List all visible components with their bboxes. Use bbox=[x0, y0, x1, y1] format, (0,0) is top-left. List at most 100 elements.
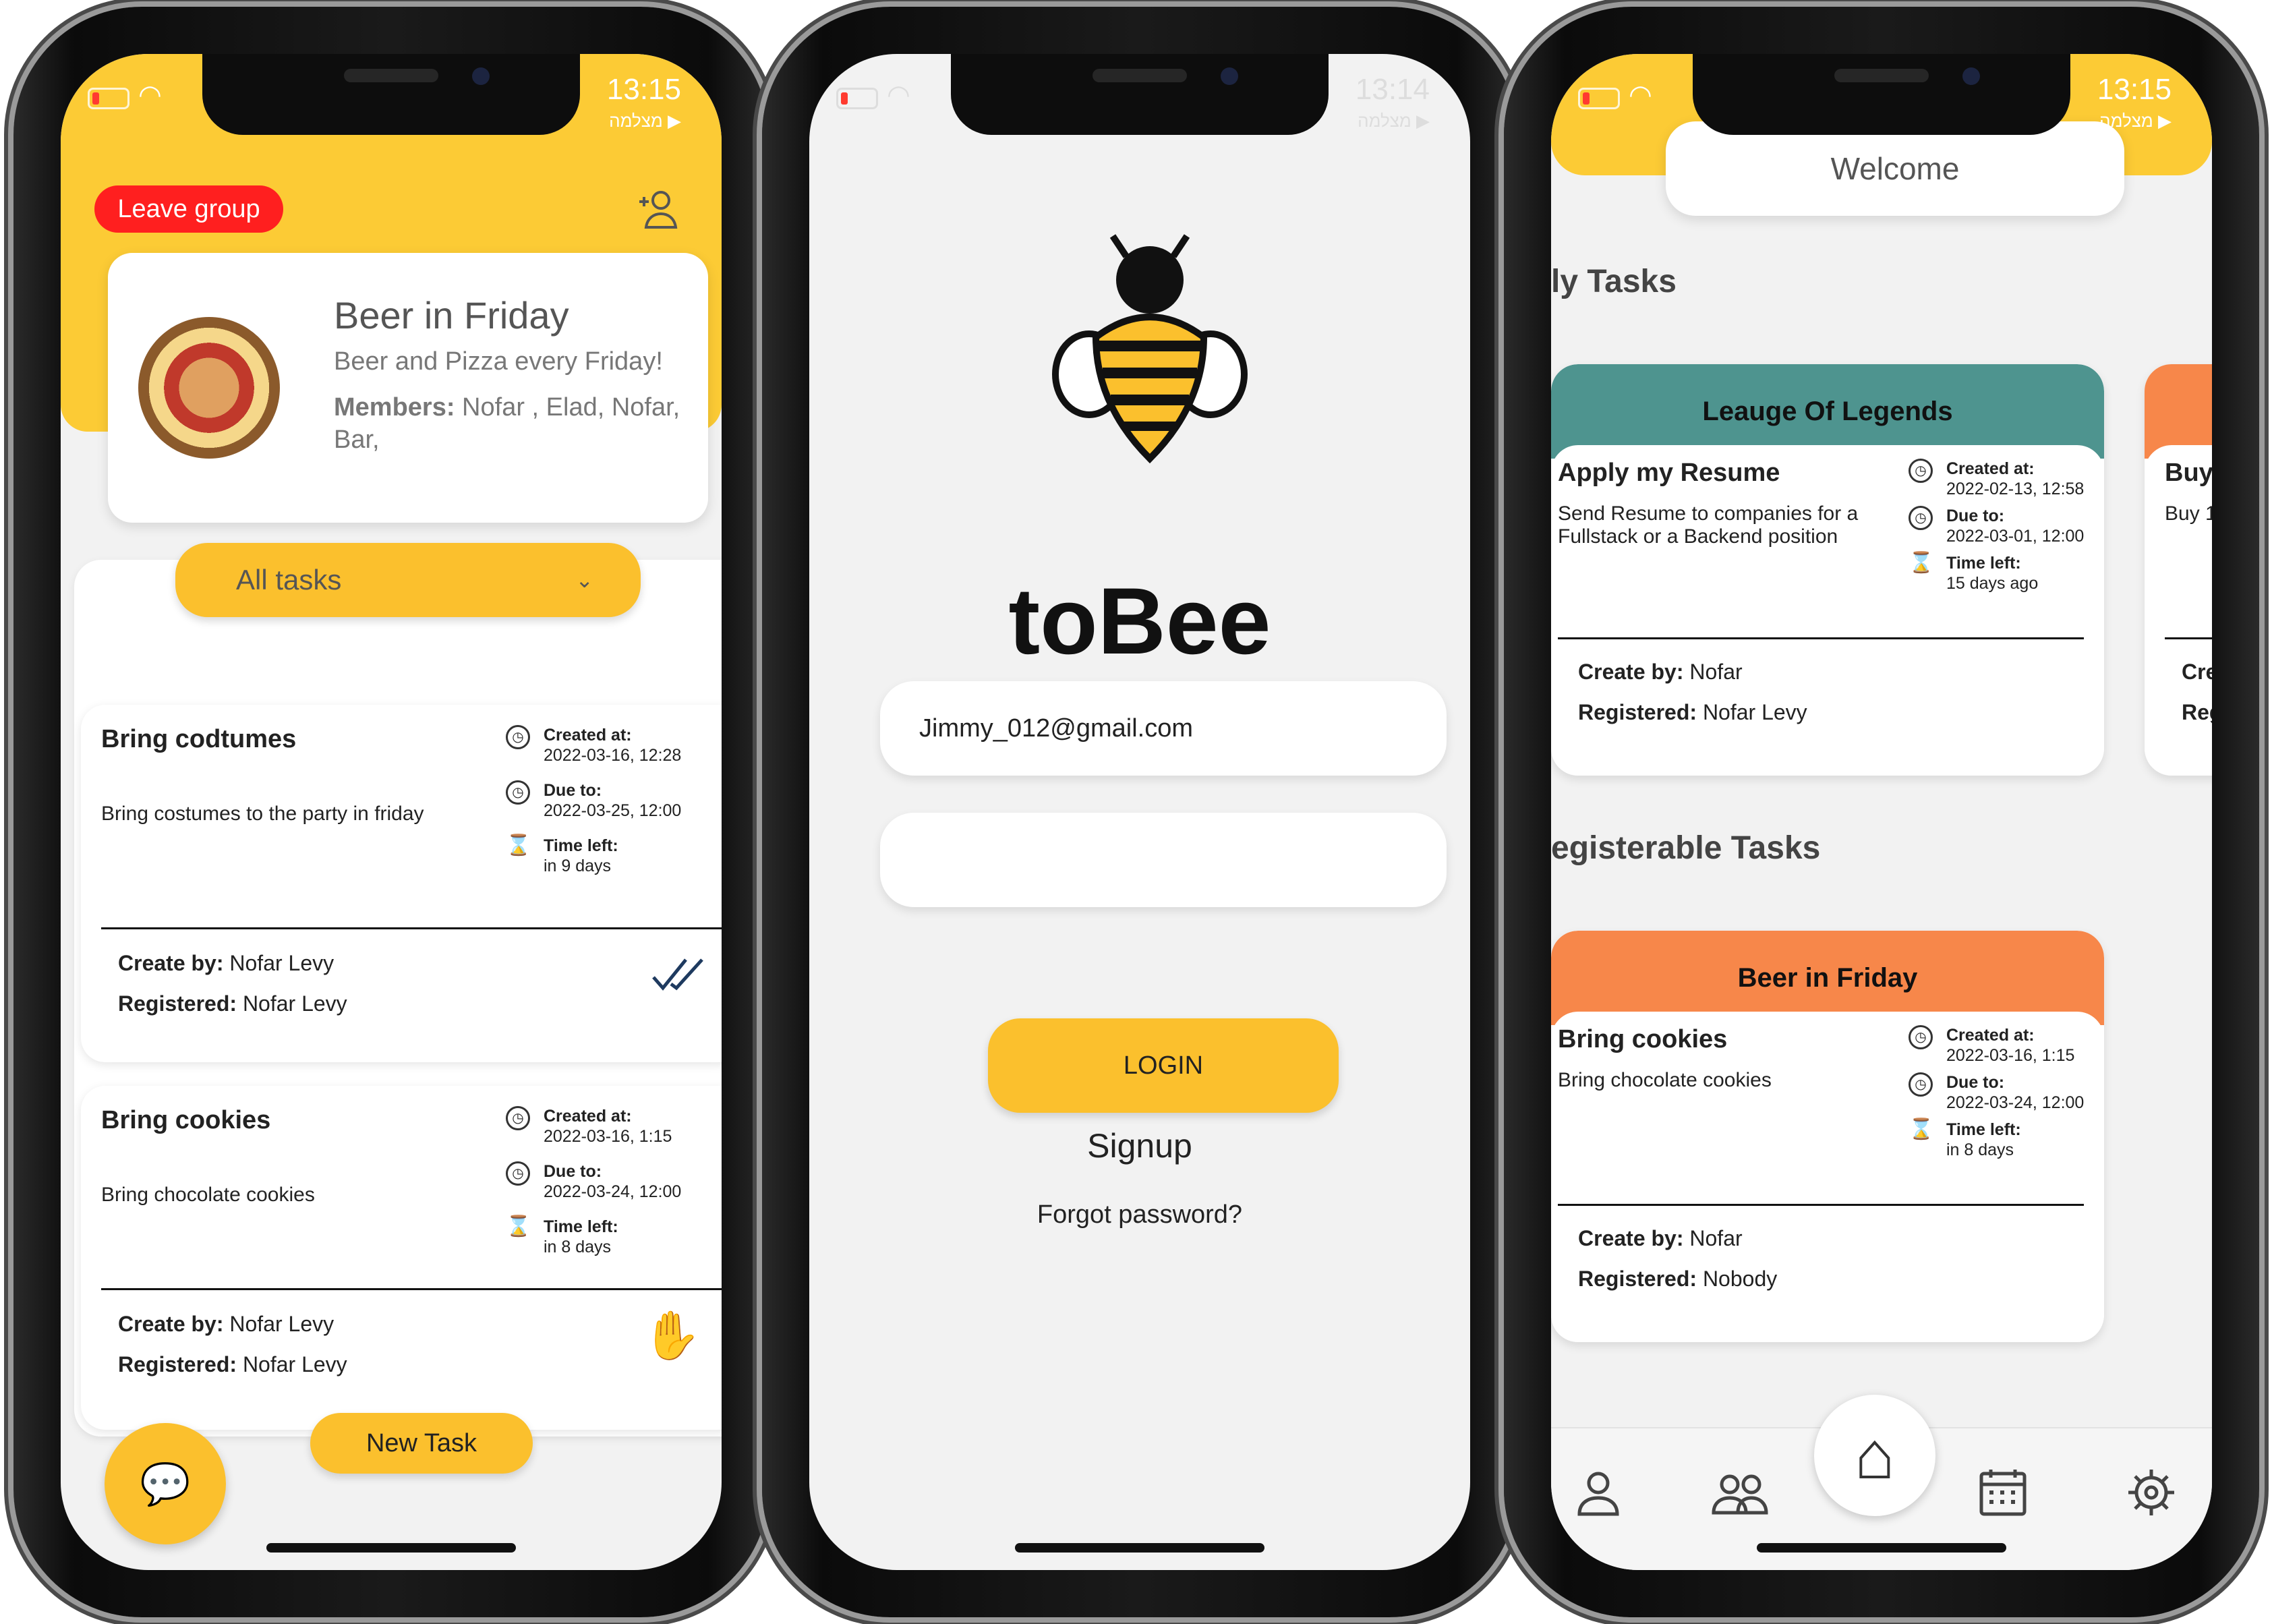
registered-value: Nofar Levy bbox=[237, 991, 347, 1016]
task-meta: ◷ Created at: 2022-03-16, 1:15 ◷ Due to: 202… bbox=[1909, 1025, 2097, 1175]
created-by-value: Nofar Levy bbox=[223, 951, 334, 975]
notch bbox=[951, 54, 1329, 135]
clock-icon: ◷ bbox=[1909, 1072, 1933, 1097]
created-label: Created at: bbox=[544, 726, 632, 745]
task-filter-dropdown[interactable]: All tasks ⌄ bbox=[175, 543, 641, 617]
next-task-card-peek[interactable]: Buy b Buy 12 Crea Regi bbox=[2145, 364, 2212, 776]
status-time: 13:14 bbox=[1355, 73, 1430, 106]
task-meta: ◷ Created at: 2022-02-13, 12:58 ◷ Due to: 20… bbox=[1909, 459, 2097, 608]
created-label: Created at: bbox=[1946, 459, 2035, 478]
home-screen: ◠ 13:15 מצלמה ▶ Welcome ly Tasks Leauge … bbox=[1551, 54, 2212, 1570]
group-title: Beer in Friday bbox=[334, 294, 569, 337]
due-label: Due to: bbox=[544, 1162, 602, 1181]
battery-icon bbox=[88, 88, 129, 109]
due-label: Due to: bbox=[1946, 1073, 2005, 1092]
registered-value: Nofar Levy bbox=[1697, 700, 1807, 724]
created-value: 2022-03-16, 12:28 bbox=[544, 746, 682, 765]
my-task-card[interactable]: Leauge Of Legends Apply my Resume Send R… bbox=[1551, 364, 2104, 776]
bee-logo-icon bbox=[1049, 229, 1251, 472]
group-description: Beer and Pizza every Friday! bbox=[334, 347, 663, 376]
created-by-label: Create by: bbox=[1578, 1226, 1684, 1250]
chevron-down-icon: ⌄ bbox=[575, 568, 593, 592]
clock-icon: ◷ bbox=[506, 725, 530, 749]
my-tasks-heading: ly Tasks bbox=[1551, 264, 1677, 299]
task-group-header bbox=[2145, 364, 2212, 459]
created-by: Create by: Nofar Levy bbox=[118, 1312, 334, 1337]
signup-link[interactable]: Signup bbox=[809, 1126, 1470, 1165]
time-left-label: Time left: bbox=[1946, 554, 2021, 573]
status-time: 13:15 bbox=[606, 73, 681, 106]
email-field[interactable]: Jimmy_012@gmail.com bbox=[880, 681, 1447, 776]
password-field[interactable] bbox=[880, 813, 1447, 907]
created-by-value: Nofar Levy bbox=[223, 1312, 334, 1336]
task-title: Bring cookies bbox=[101, 1106, 271, 1134]
registered-value: Nobody bbox=[1697, 1267, 1778, 1291]
add-user-icon[interactable] bbox=[634, 185, 681, 242]
registerable-task-card[interactable]: Beer in Friday Bring cookies Bring choco… bbox=[1551, 931, 2104, 1342]
phone-group-screen: ◠ 13:15 מצלמה ▶ Leave group Beer in Frid… bbox=[13, 7, 769, 1617]
profile-icon[interactable] bbox=[1571, 1466, 1625, 1532]
forgot-password-link[interactable]: Forgot password? bbox=[809, 1200, 1470, 1229]
task-group-header: Beer in Friday bbox=[1551, 931, 2104, 1025]
created-by-value: Nofar bbox=[1683, 660, 1743, 684]
home-indicator bbox=[1015, 1543, 1264, 1553]
wifi-icon: ◠ bbox=[1629, 80, 1652, 110]
home-indicator bbox=[266, 1543, 516, 1553]
registered-label: Registered: bbox=[118, 1352, 237, 1376]
group-image bbox=[138, 317, 280, 459]
task-description: Bring costumes to the party in friday bbox=[101, 803, 424, 825]
login-button[interactable]: LOGIN bbox=[988, 1018, 1339, 1113]
wifi-icon: ◠ bbox=[138, 80, 162, 110]
group-members: Members: Nofar , Elad, Nofar, Bar, bbox=[334, 391, 691, 456]
registered: Registered: Nofar Levy bbox=[118, 991, 347, 1016]
task-title: Buy b bbox=[2165, 459, 2212, 487]
hand-icon[interactable]: ✋ bbox=[643, 1308, 701, 1364]
time-left-value: in 9 days bbox=[544, 857, 612, 875]
task-group-header: Leauge Of Legends bbox=[1551, 364, 2104, 459]
calendar-icon[interactable] bbox=[1976, 1466, 2030, 1532]
settings-icon[interactable] bbox=[2124, 1466, 2178, 1532]
group-info-card: Beer in Friday Beer and Pizza every Frid… bbox=[108, 253, 708, 523]
created-by-value: Nofar bbox=[1683, 1226, 1743, 1250]
task-title: Bring cookies bbox=[1558, 1025, 1728, 1053]
divider bbox=[2165, 637, 2212, 639]
due-value: 2022-03-24, 12:00 bbox=[1946, 1093, 2085, 1112]
home-button[interactable]: ⌂ bbox=[1814, 1395, 1935, 1516]
registered-label: Registered: bbox=[1578, 700, 1697, 724]
clock-icon: ◷ bbox=[506, 780, 530, 805]
created-by-label: Create by: bbox=[118, 951, 224, 975]
created-by: Create by: Nofar Levy bbox=[118, 951, 334, 976]
created-label: Created at: bbox=[1946, 1026, 2035, 1045]
task-card[interactable]: Bring codtumes Bring costumes to the par… bbox=[81, 705, 722, 1062]
status-carrier: מצלמה ▶ bbox=[2099, 111, 2172, 131]
chat-button[interactable]: 💬 bbox=[105, 1423, 226, 1544]
created-by: Create by: Nofar bbox=[1578, 660, 1743, 685]
created-by-label: Create by: bbox=[1578, 660, 1684, 684]
created-label: Created at: bbox=[544, 1107, 632, 1126]
task-title: Apply my Resume bbox=[1558, 459, 1780, 487]
leave-group-button[interactable]: Leave group bbox=[94, 185, 283, 233]
divider bbox=[1558, 637, 2084, 639]
created-value: 2022-02-13, 12:58 bbox=[1946, 480, 2085, 498]
task-meta: ◷ Created at: 2022-03-16, 1:15 ◷ Due to: 202… bbox=[506, 1106, 722, 1272]
registered-label: Regi bbox=[2182, 700, 2212, 724]
clock-icon: ◷ bbox=[506, 1161, 530, 1186]
task-card[interactable]: Bring cookies Bring chocolate cookies ◷ C… bbox=[81, 1086, 722, 1430]
groups-icon[interactable] bbox=[1710, 1466, 1770, 1532]
created-value: 2022-03-16, 1:15 bbox=[1946, 1046, 2075, 1065]
new-task-button[interactable]: New Task bbox=[310, 1413, 533, 1474]
hourglass-icon: ⌛ bbox=[506, 834, 531, 857]
task-title: Bring codtumes bbox=[101, 725, 297, 753]
double-check-icon[interactable] bbox=[651, 954, 705, 998]
login-screen: ◠ 13:14 מצלמה ▶ toBee Jimmy_012@gmail.co… bbox=[809, 54, 1470, 1570]
clock-icon: ◷ bbox=[1909, 459, 1933, 483]
task-description: Bring chocolate cookies bbox=[101, 1184, 315, 1206]
due-label: Due to: bbox=[544, 781, 602, 800]
hourglass-icon: ⌛ bbox=[1909, 1118, 1934, 1140]
members-label: Members: bbox=[334, 393, 455, 422]
created-by-label: Crea bbox=[2182, 660, 2212, 684]
filter-value: All tasks bbox=[236, 564, 342, 596]
status-carrier: מצלמה ▶ bbox=[1358, 111, 1430, 131]
phone-login-screen: ◠ 13:14 מצלמה ▶ toBee Jimmy_012@gmail.co… bbox=[762, 7, 1517, 1617]
battery-icon bbox=[1578, 88, 1620, 109]
